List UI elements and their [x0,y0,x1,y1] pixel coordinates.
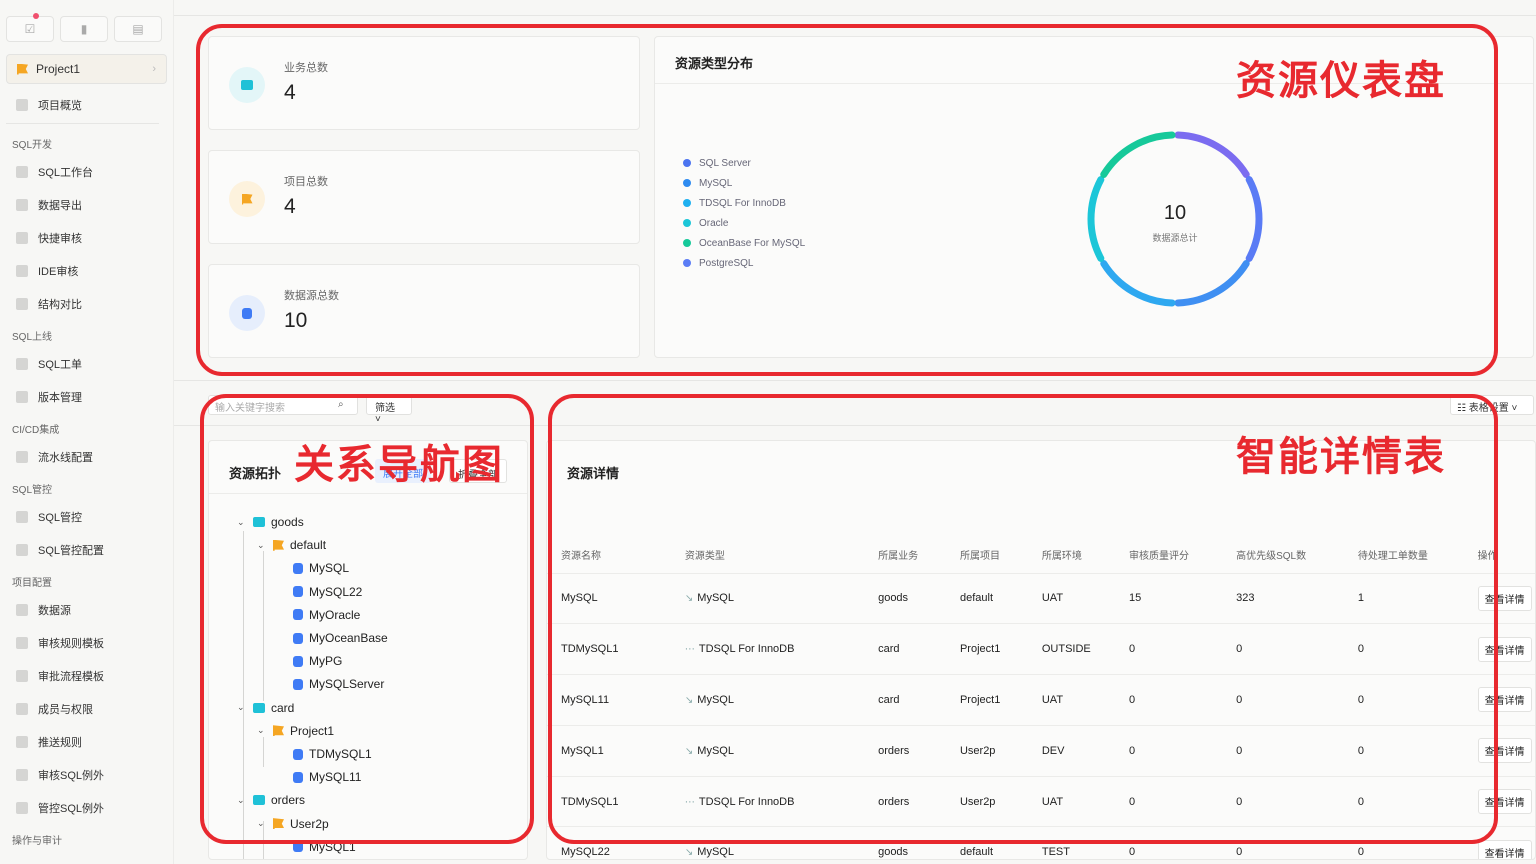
menu-icon [16,510,28,523]
sidebar-item[interactable]: SQL工作台 [0,155,173,188]
sidebar-item-label: IDE审核 [38,265,79,278]
sidebar-item-label: 数据导出 [38,199,82,212]
sidebar-toolbar: ☑ ▮ ▤ [0,0,173,42]
nav-annotation-label: 关系导航图 [294,442,504,488]
chart-button[interactable]: ▮ [60,16,108,42]
menu-icon [16,543,28,556]
sidebar-item[interactable]: 数据导出 [0,188,173,221]
sidebar-item-label: 流水线配置 [38,451,93,464]
sidebar-section-title: 操作与审计 [12,836,62,847]
sidebar-item[interactable]: 审核规则模板 [0,626,173,659]
sidebar-item[interactable]: IDE审核 [0,254,173,287]
sidebar-item-label: 审核规则模板 [38,637,104,650]
chevron-right-icon: › [152,63,156,75]
document-button[interactable]: ▤ [114,16,162,42]
sidebar-item-label: 数据源 [38,604,71,617]
sidebar-item[interactable]: 结构对比 [0,287,173,320]
divider [6,123,159,124]
sidebar-item[interactable]: 数据源 [0,593,173,626]
sidebar-item[interactable]: SQL管控 [0,500,173,533]
sidebar-section-title: SQL管控 [12,485,53,496]
view-details-button[interactable]: 查看详情 [1477,839,1532,859]
menu-icon [16,603,28,616]
sidebar-section-title: SQL上线 [12,332,53,343]
layers-icon [16,98,28,111]
dashboard-annotation-label: 资源仪表盘 [1236,58,1446,104]
sidebar-item[interactable]: 版本管理 [0,380,173,413]
mysql-icon: ↘ [684,847,694,859]
menu-icon [16,636,28,649]
menu-icon [16,801,28,814]
menu-icon [16,669,28,682]
sidebar-item-label: SQL工作台 [38,166,94,179]
menu-icon [16,357,28,370]
flag-icon [17,63,28,75]
sidebar-item-label: 版本管理 [38,391,82,404]
sidebar-item-label: 审核SQL例外 [38,769,105,782]
sidebar-item-label: 审批流程模板 [38,670,104,683]
notification-dot [33,13,39,19]
checklist-button[interactable]: ☑ [6,13,54,42]
table-annotation-label: 智能详情表 [1236,434,1446,480]
sidebar-item[interactable]: SQL工单 [0,347,173,380]
menu-icon [16,390,28,403]
sidebar-item-label: SQL工单 [38,358,83,371]
sidebar-item[interactable]: 流水线配置 [0,440,173,473]
sidebar-item[interactable]: 审批流程模板 [0,659,173,692]
sidebar-item-label: SQL管控 [38,511,83,524]
sidebar-item-label: 推送规则 [38,736,82,749]
menu-icon [16,165,28,178]
sidebar-section-title: CI/CD集成 [12,425,60,436]
menu-icon [16,198,28,211]
menu-icon [16,768,28,781]
top-strip [174,0,1536,16]
document-icon: ▤ [132,22,144,36]
bar-chart-icon: ▮ [80,22,88,36]
sidebar-item[interactable]: 快捷审核 [0,221,173,254]
sidebar-item[interactable]: 审核SQL例外 [0,758,173,791]
sidebar-section-title: 项目配置 [12,578,52,589]
sidebar-item-label: 管控SQL例外 [38,802,105,815]
menu-icon [16,297,28,310]
sidebar-item-overview[interactable]: 项目概览 [0,88,173,121]
sidebar-item-label: 结构对比 [38,298,82,311]
menu-icon [16,231,28,244]
sidebar-item-label: 快捷审核 [38,232,82,245]
sidebar-item[interactable]: 推送规则 [0,725,173,758]
sidebar-item[interactable]: SQL管控配置 [0,533,173,566]
menu-icon [16,450,28,463]
checklist-icon: ☑ [24,22,36,36]
menu-icon [16,735,28,748]
chevron-down-icon: ˅ [1511,403,1518,414]
sidebar-item[interactable]: 成员与权限 [0,692,173,725]
project-selector-label: Project1 [36,62,81,76]
menu-icon [16,702,28,715]
sidebar-section-title: SQL开发 [12,140,53,151]
sidebar: ☑ ▮ ▤ Project1 › 项目概览 SQL开发 SQL工作台 数据导出快捷审… [0,0,174,864]
sidebar-item-label: 项目概览 [38,99,82,112]
resource-type-label: MySQL [697,846,734,859]
main-content: 业务总数 4 项目总数 4 数据源总数 10 资源类型分布 SQL Server… [174,0,1536,864]
menu-icon [16,264,28,277]
sidebar-item[interactable]: 管控SQL例外 [0,791,173,824]
sidebar-item-label: SQL管控配置 [38,544,105,557]
sidebar-sections: SQL开发 SQL工作台 数据导出快捷审核 IDE审核结构对比 SQL上线 SQL工单版本… [0,128,173,851]
sidebar-item-label: 成员与权限 [38,703,93,716]
project-selector[interactable]: Project1 › [6,54,167,84]
